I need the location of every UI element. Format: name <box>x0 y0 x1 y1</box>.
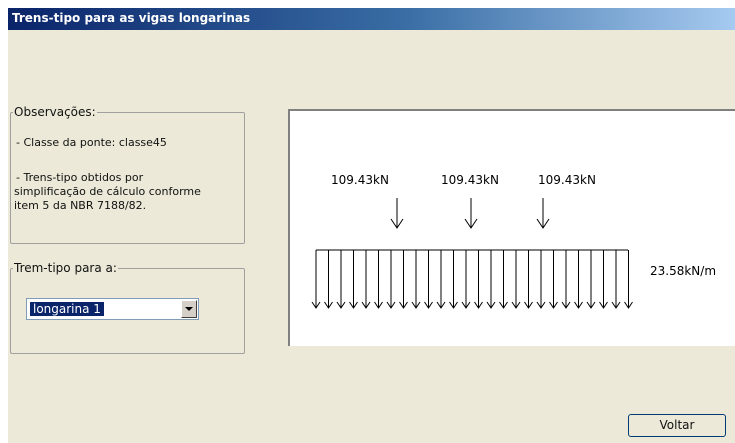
window-title: Trens-tipo para as vigas longarinas <box>12 11 251 25</box>
point-load-arrow-1 <box>390 198 404 229</box>
point-load-arrow-3 <box>536 198 550 229</box>
dropdown-button[interactable] <box>181 300 197 318</box>
train-load-diagram: 109.43kN 109.43kN 109.43kN 23.58kN/m <box>288 109 735 346</box>
obs-line-trens-2: simplificação de cálculo conforme <box>14 185 201 198</box>
chevron-down-icon <box>185 307 193 311</box>
distributed-load <box>311 249 633 309</box>
obs-line-classe: - Classe da ponte: classe45 <box>16 136 167 149</box>
observacoes-legend: Observações: <box>14 105 96 119</box>
longarina-select-value: longarina 1 <box>29 301 105 317</box>
obs-line-trens-1: - Trens-tipo obtidos por <box>16 171 144 184</box>
point-load-arrow-2 <box>464 198 478 229</box>
point-load-label-3: 109.43kN <box>538 173 596 187</box>
dialog-window: Trens-tipo para as vigas longarinas Obse… <box>8 8 735 443</box>
longarina-select[interactable]: longarina 1 <box>26 298 199 320</box>
trem-tipo-legend: Trem-tipo para a: <box>14 261 117 275</box>
point-load-label-1: 109.43kN <box>331 173 389 187</box>
point-load-label-2: 109.43kN <box>441 173 499 187</box>
voltar-button[interactable]: Voltar <box>628 414 726 437</box>
title-bar: Trens-tipo para as vigas longarinas <box>8 8 735 30</box>
distributed-load-label: 23.58kN/m <box>650 264 716 278</box>
obs-line-trens-3: item 5 da NBR 7188/82. <box>14 199 147 212</box>
